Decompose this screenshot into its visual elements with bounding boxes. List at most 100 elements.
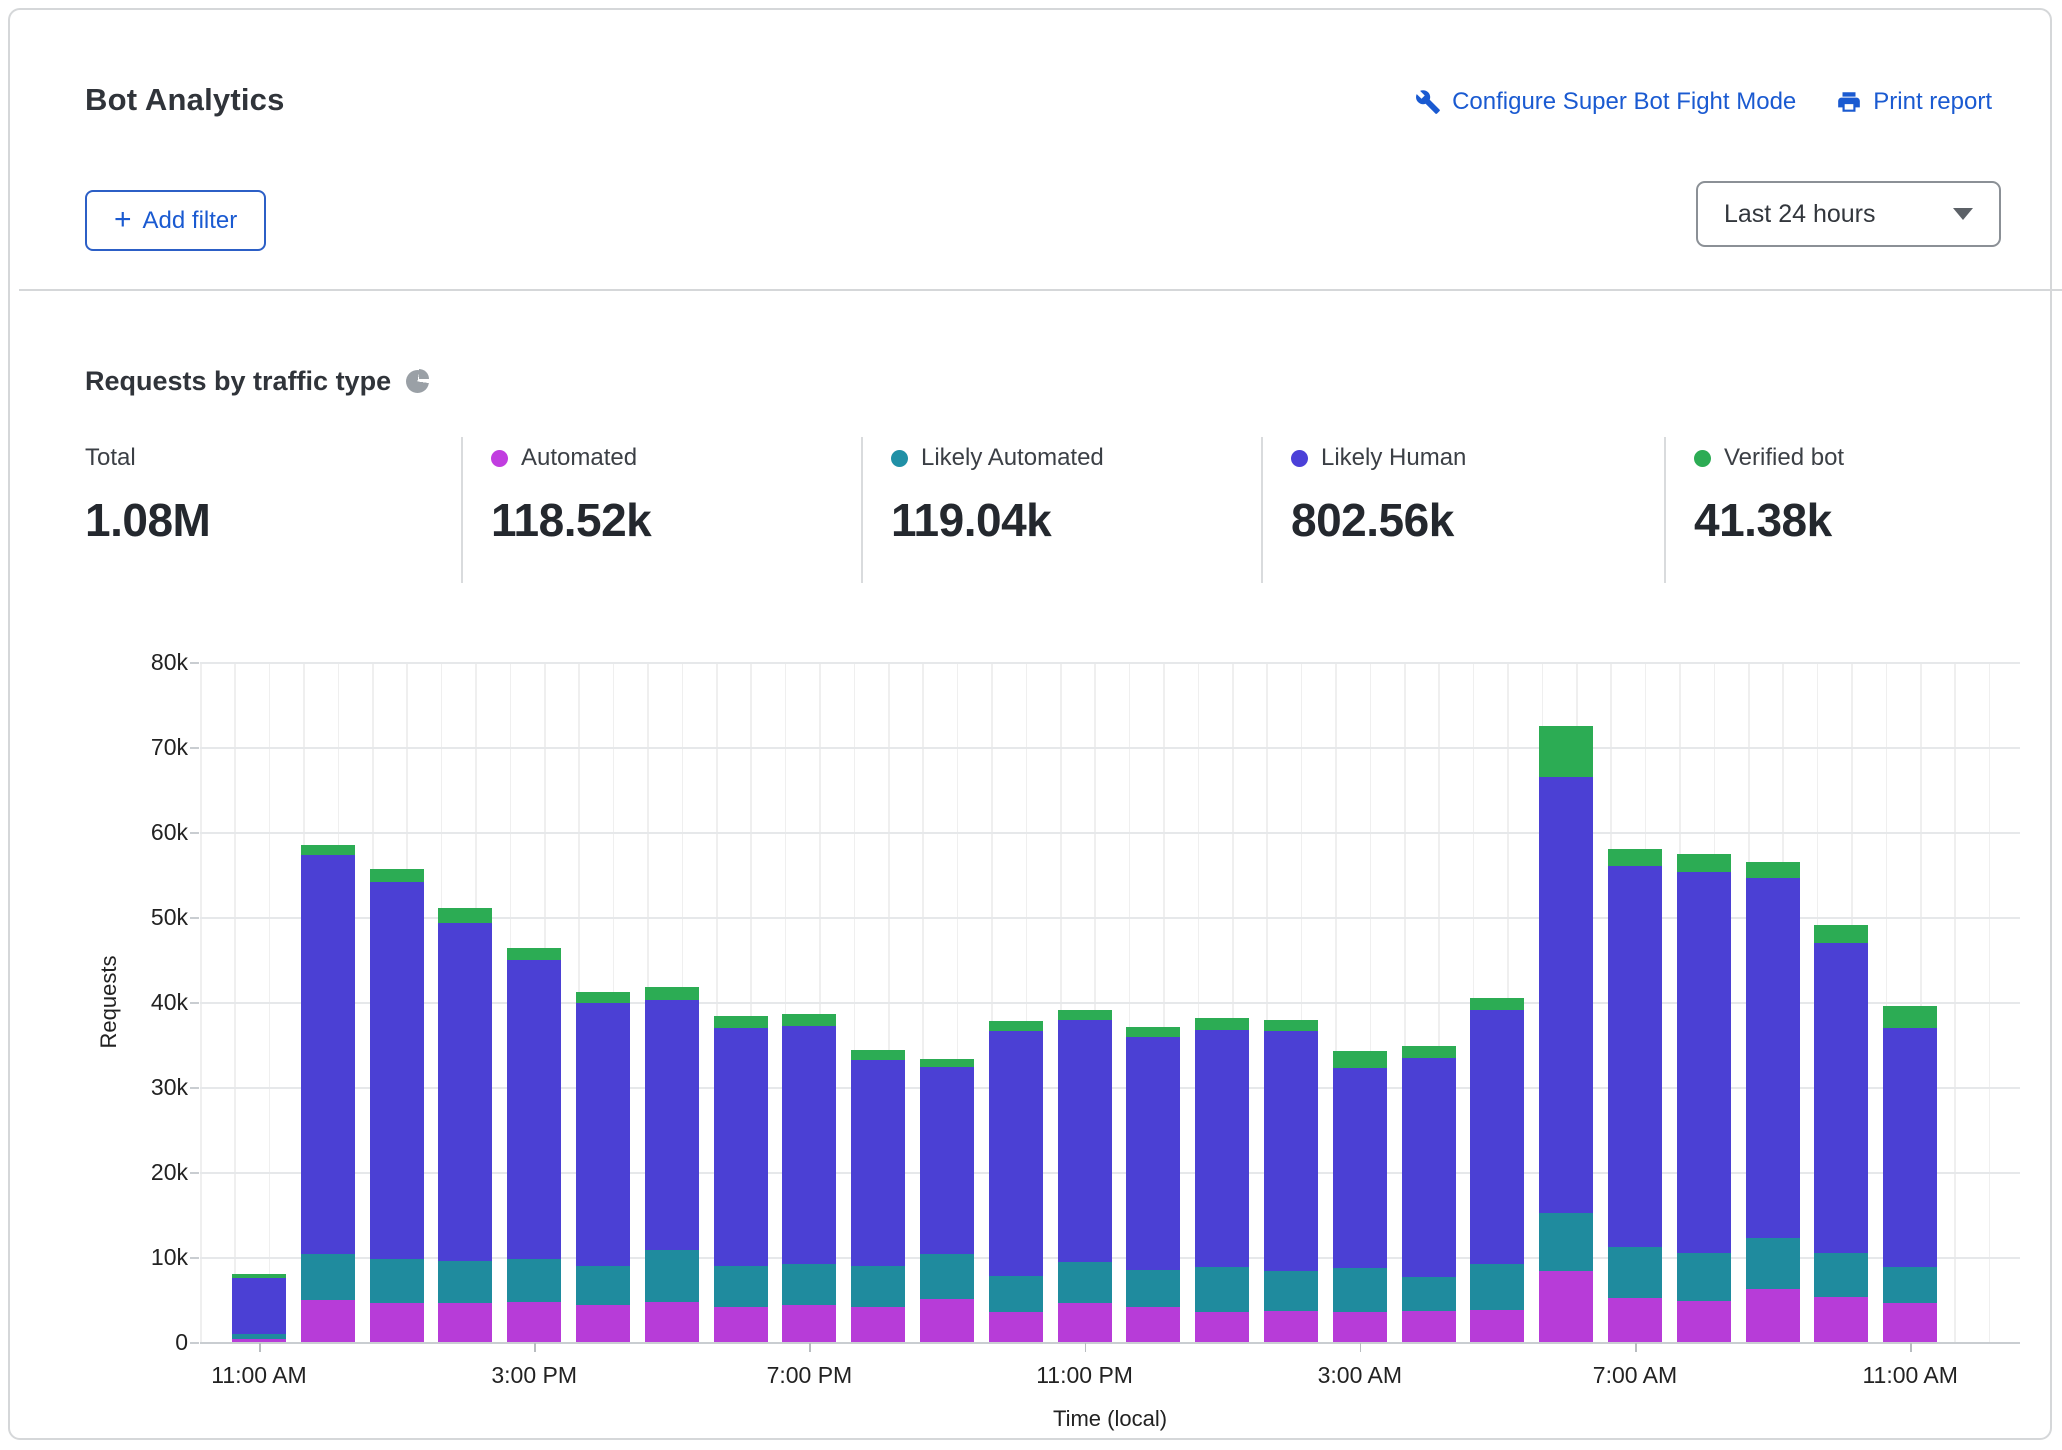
- segment-likely-automated: [507, 1259, 561, 1302]
- segment-likely-human: [370, 882, 424, 1259]
- bar-7-00-am-20[interactable]: [1608, 849, 1662, 1342]
- bar-6-00-pm-7[interactable]: [714, 1016, 768, 1342]
- bar-11-00-am-0[interactable]: [232, 1274, 286, 1342]
- segment-verified-bot: [989, 1021, 1043, 1031]
- segment-likely-human: [645, 1000, 699, 1250]
- vertical-gridline: [269, 662, 271, 1342]
- bar-7-00-pm-8[interactable]: [782, 1014, 836, 1342]
- bar-6-00-am-19[interactable]: [1539, 726, 1593, 1342]
- segment-likely-human: [301, 855, 355, 1255]
- bar-4-00-pm-5[interactable]: [576, 992, 630, 1342]
- bar-11-00-pm-12[interactable]: [1058, 1010, 1112, 1342]
- time-range-select[interactable]: Last 24 hours: [1696, 181, 2001, 247]
- x-tick-mark: [1085, 1343, 1087, 1352]
- horizontal-gridline: [200, 662, 2020, 664]
- vertical-gridline: [1989, 662, 1991, 1342]
- bar-9-00-pm-10[interactable]: [920, 1059, 974, 1342]
- bar-9-00-am-22[interactable]: [1746, 862, 1800, 1342]
- print-report-link[interactable]: Print report: [1836, 88, 1992, 116]
- automated-dot-icon: [491, 450, 508, 467]
- segment-automated: [301, 1300, 355, 1343]
- configure-super-bot-fight-mode-link[interactable]: Configure Super Bot Fight Mode: [1415, 88, 1796, 116]
- segment-likely-human: [1883, 1028, 1937, 1267]
- y-tick-label: 70k: [118, 734, 188, 760]
- bar-10-00-pm-11[interactable]: [989, 1021, 1043, 1342]
- bar-3-00-pm-4[interactable]: [507, 948, 561, 1342]
- bar-3-00-am-16[interactable]: [1333, 1051, 1387, 1342]
- y-tick-label: 0: [118, 1329, 188, 1355]
- x-tick-label: 7:00 PM: [719, 1362, 899, 1389]
- segment-automated: [1539, 1271, 1593, 1342]
- segment-automated: [1402, 1311, 1456, 1342]
- header-divider: [19, 289, 2062, 291]
- bar-1-00-pm-2[interactable]: [370, 869, 424, 1342]
- segment-automated: [1470, 1310, 1524, 1342]
- bar-11-00-am-24[interactable]: [1883, 1006, 1937, 1342]
- segment-likely-automated: [782, 1264, 836, 1305]
- stat-total[interactable]: Total 1.08M: [85, 435, 210, 547]
- bar-8-00-pm-9[interactable]: [851, 1050, 905, 1342]
- bar-4-00-am-17[interactable]: [1402, 1046, 1456, 1342]
- stat-likely-automated[interactable]: Likely Automated 119.04k: [891, 435, 1104, 547]
- bar-1-00-am-14[interactable]: [1195, 1018, 1249, 1342]
- segment-automated: [232, 1339, 286, 1342]
- x-tick-mark: [1360, 1343, 1362, 1352]
- bar-12-00-am-13[interactable]: [1126, 1027, 1180, 1342]
- segment-automated: [1677, 1301, 1731, 1342]
- segment-likely-automated: [1195, 1267, 1249, 1312]
- segment-automated: [1608, 1298, 1662, 1342]
- segment-likely-automated: [1402, 1277, 1456, 1311]
- segment-verified-bot: [1677, 854, 1731, 872]
- segment-likely-human: [1195, 1030, 1249, 1267]
- wrench-icon: [1415, 89, 1441, 115]
- stat-divider: [461, 437, 463, 583]
- x-axis-title: Time (local): [1053, 1406, 1167, 1432]
- segment-likely-human: [1746, 878, 1800, 1238]
- stat-automated[interactable]: Automated 118.52k: [491, 435, 651, 547]
- bar-8-00-am-21[interactable]: [1677, 854, 1731, 1342]
- segment-likely-automated: [1608, 1247, 1662, 1298]
- segment-likely-automated: [576, 1266, 630, 1305]
- bar-2-00-am-15[interactable]: [1264, 1020, 1318, 1342]
- bar-5-00-pm-6[interactable]: [645, 987, 699, 1342]
- bar-5-00-am-18[interactable]: [1470, 998, 1524, 1342]
- segment-automated: [1058, 1303, 1112, 1342]
- segment-likely-human: [920, 1067, 974, 1254]
- y-tick-mark: [190, 1087, 199, 1089]
- verified-bot-dot-icon: [1694, 450, 1711, 467]
- stat-divider: [1664, 437, 1666, 583]
- segment-likely-automated: [1883, 1267, 1937, 1303]
- likely-automated-dot-icon: [891, 450, 908, 467]
- y-tick-mark: [190, 662, 199, 664]
- stat-verified-bot[interactable]: Verified bot 41.38k: [1694, 435, 1844, 547]
- segment-automated: [1746, 1289, 1800, 1342]
- vertical-gridline: [234, 662, 236, 1342]
- bar-12-00-pm-1[interactable]: [301, 845, 355, 1342]
- x-tick-label: 11:00 AM: [1820, 1362, 2000, 1389]
- y-tick-label: 30k: [118, 1074, 188, 1100]
- stat-likely-human[interactable]: Likely Human 802.56k: [1291, 435, 1466, 547]
- pie-chart-icon: [406, 370, 429, 393]
- y-axis-title: Requests: [96, 956, 122, 1049]
- x-tick-mark: [534, 1343, 536, 1352]
- add-filter-button[interactable]: + Add filter: [85, 190, 266, 251]
- segment-likely-automated: [851, 1266, 905, 1307]
- segment-verified-bot: [920, 1059, 974, 1067]
- segment-likely-human: [438, 923, 492, 1261]
- segment-automated: [989, 1312, 1043, 1342]
- bar-10-00-am-23[interactable]: [1814, 925, 1868, 1342]
- segment-likely-human: [1333, 1068, 1387, 1268]
- plot-area: [200, 662, 2020, 1342]
- segment-verified-bot: [1470, 998, 1524, 1010]
- segment-verified-bot: [1058, 1010, 1112, 1020]
- segment-verified-bot: [851, 1050, 905, 1059]
- x-tick-label: 3:00 AM: [1270, 1362, 1450, 1389]
- y-tick-mark: [190, 1257, 199, 1259]
- section-title: Requests by traffic type: [85, 366, 391, 397]
- bar-2-00-pm-3[interactable]: [438, 908, 492, 1342]
- stat-value: 41.38k: [1694, 493, 1844, 547]
- y-tick-mark: [190, 917, 199, 919]
- y-tick-label: 20k: [118, 1159, 188, 1185]
- chevron-down-icon: [1953, 208, 1973, 220]
- vertical-gridline: [200, 662, 202, 1342]
